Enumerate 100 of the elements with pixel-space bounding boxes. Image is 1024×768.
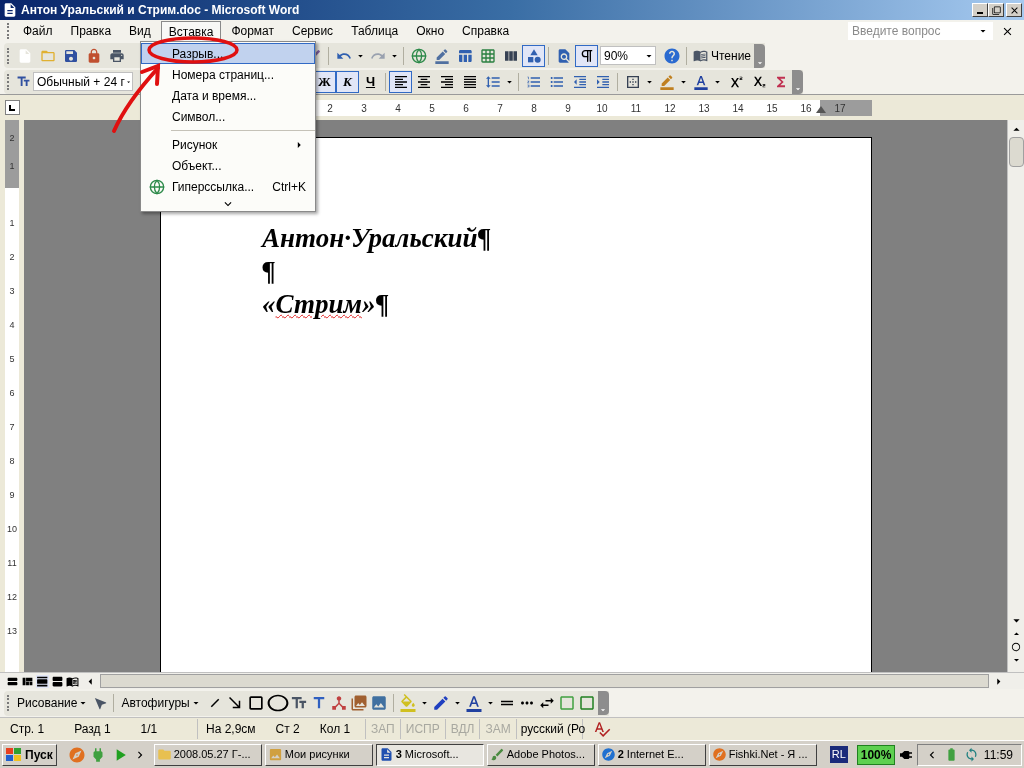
outline-view-icon[interactable]: [51, 674, 64, 688]
minimize-button[interactable]: [972, 3, 988, 17]
font-color-icon[interactable]: [464, 694, 483, 712]
picture-folder-icon: [267, 747, 283, 762]
spelling-status-icon[interactable]: [592, 720, 611, 738]
menu-option[interactable]: Номера страниц...: [141, 64, 315, 85]
taskbar-button[interactable]: Adobe Photos...: [486, 743, 595, 766]
highlighter-icon: [658, 73, 675, 90]
toolbar-grip[interactable]: [7, 47, 10, 64]
printer-icon: [108, 47, 125, 64]
pilcrow-button[interactable]: [575, 44, 598, 67]
taskbar-button[interactable]: Мои рисунки: [264, 743, 373, 766]
window-title: Антон Уральский и Стрим.doc - Microsoft Word: [21, 2, 301, 19]
taskbar-button[interactable]: Fishki.Net - Я ...: [708, 743, 817, 766]
ruler-number: 5: [428, 101, 436, 116]
book-icon: [693, 48, 708, 63]
ruler-number: 9: [9, 490, 15, 500]
ruler-number: 5: [9, 354, 15, 364]
menu-item[interactable]: Справка: [454, 21, 518, 41]
vertical-ruler[interactable]: 2 1 1 2 3 4 5 6 7 8 9 10 11 12 13: [5, 120, 19, 672]
pointer-icon[interactable]: [93, 695, 109, 711]
table-icon: [456, 47, 473, 64]
status-text: Разд 1: [74, 721, 111, 738]
browser-icon: [711, 747, 727, 762]
ruler-number: 4: [9, 320, 15, 330]
three-d-icon[interactable]: [577, 694, 596, 712]
restore-icon: [991, 5, 1001, 15]
close-button[interactable]: [1006, 3, 1022, 17]
ruler-number: 2: [9, 252, 15, 262]
taskbar-button[interactable]: 2008.05.27 Г-...: [153, 743, 262, 766]
ruler-number: 6: [462, 101, 470, 116]
ruler-number: 13: [697, 101, 711, 116]
clock: 11:59: [983, 746, 1013, 764]
tab-selector[interactable]: [4, 100, 20, 115]
status-text: 1/1: [140, 721, 158, 738]
zoom-dropdown[interactable]: 90%: [600, 46, 656, 65]
document-icon: [2, 2, 18, 18]
picture-icon[interactable]: [369, 694, 388, 712]
restore-button[interactable]: [988, 3, 1004, 17]
sync-icon[interactable]: [963, 747, 979, 762]
menu-item[interactable]: Окно: [408, 21, 453, 41]
ruler-number: 4: [394, 101, 402, 116]
clip-art-icon[interactable]: [349, 694, 368, 712]
menu-item[interactable]: Файл: [15, 21, 61, 41]
align-left-button[interactable]: [389, 70, 412, 93]
menu-item[interactable]: Вид: [121, 21, 159, 41]
line-spacing-icon: [484, 73, 501, 90]
status-text: На 2,9см: [206, 721, 256, 738]
format-toggle-button[interactable]: Ч: [359, 70, 382, 93]
style-dropdown[interactable]: Обычный + 24 г: [33, 72, 133, 91]
fill-color-icon[interactable]: [398, 694, 417, 712]
styles-icon[interactable]: [15, 74, 31, 89]
menu-item[interactable]: Таблица: [343, 21, 407, 41]
reading-button[interactable]: Чтение: [690, 44, 755, 67]
ruler-number: 3: [360, 101, 368, 116]
table-pen-icon: [433, 47, 450, 64]
menu-item[interactable]: Сервис: [284, 21, 342, 41]
ruler-number: 14: [731, 101, 745, 116]
ruler-number: 10: [595, 101, 609, 116]
vertical-scrollbar[interactable]: [1007, 120, 1024, 672]
status-text: Стр. 1: [10, 721, 45, 738]
line-color-icon[interactable]: [431, 694, 450, 712]
browse-object-icon[interactable]: [1011, 642, 1021, 652]
justify-icon: [461, 73, 478, 90]
start-button[interactable]: Пуск: [2, 743, 57, 766]
battery-indicator[interactable]: 100%: [856, 744, 896, 765]
shapes-button[interactable]: [522, 44, 545, 67]
menu-item[interactable]: Формат: [223, 21, 283, 41]
menu-item[interactable]: Правка: [62, 21, 120, 41]
format-toggle-button[interactable]: К: [336, 70, 359, 93]
ruler-number: 1: [9, 218, 15, 228]
print-view-icon[interactable]: [36, 674, 49, 688]
toolbar-grip[interactable]: [7, 73, 10, 90]
drawing-menu-button[interactable]: Рисование: [15, 694, 92, 712]
ruler-number: 1: [9, 161, 15, 171]
ruler-number: 3: [9, 286, 15, 296]
status-text: Кол 1: [319, 721, 351, 738]
toolbar-options-button[interactable]: [597, 691, 609, 715]
browser-icon: [600, 747, 616, 762]
border-icon: [624, 73, 641, 90]
keyboard-layout-indicator[interactable]: RL: [829, 746, 848, 763]
taskbar-button[interactable]: 3 Microsoft...: [375, 743, 484, 766]
ruler-number: 11: [7, 558, 17, 568]
toolbar-options-button[interactable]: [792, 69, 803, 94]
toolbar-grip[interactable]: [7, 695, 10, 711]
ruler-number: 6: [9, 388, 15, 398]
ruler-number: 12: [663, 101, 677, 116]
reading-view-icon[interactable]: [66, 674, 79, 688]
ruler-number: 8: [530, 101, 538, 116]
ruler-number: 7: [9, 422, 15, 432]
taskbar-button[interactable]: 2 Internet E...: [597, 743, 706, 766]
toolbar-grip[interactable]: [7, 23, 10, 39]
feather-icon: [489, 747, 505, 762]
autoshapes-button[interactable]: Автофигуры: [119, 694, 204, 712]
scroll-thumb[interactable]: [1008, 137, 1024, 167]
language-indicator[interactable]: русский (Ро: [516, 719, 583, 739]
diagram-icon[interactable]: [329, 694, 348, 712]
help-question-field[interactable]: Введите вопрос: [848, 22, 993, 40]
help-icon[interactable]: [662, 46, 681, 65]
indent-marker-icon[interactable]: [816, 105, 826, 113]
